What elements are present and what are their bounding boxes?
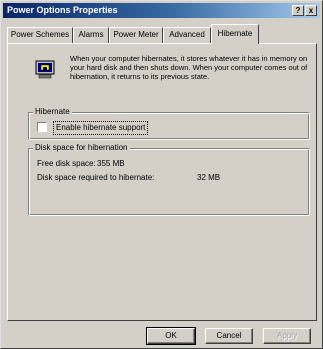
cancel-button[interactable]: Cancel [205,328,253,344]
hibernate-group-label: Hibernate [33,107,72,117]
required-disk-space-label: Disk space required to hibernate: [37,173,155,182]
help-button[interactable]: ? [292,5,304,16]
ok-button[interactable]: OK [146,327,196,345]
free-disk-space-label: Free disk space: [37,159,96,168]
window-title: Power Options Properties [7,5,118,15]
free-disk-space-value: 355 MB [97,159,125,168]
tab-advanced[interactable]: Advanced [163,27,211,43]
disk-space-group-label: Disk space for hibernation [33,143,130,153]
hibernate-description: When your computer hibernates, it stores… [70,54,308,81]
enable-hibernate-checkbox[interactable] [37,122,47,132]
enable-hibernate-label[interactable]: Enable hibernate support [53,121,149,135]
hibernate-tab-panel: When your computer hibernates, it stores… [7,43,317,321]
tab-strip: Power Schemes Alarms Power Meter Advance… [7,24,317,44]
tab-alarms[interactable]: Alarms [73,27,109,43]
disk-space-groupbox: Disk space for hibernation Free disk spa… [28,143,310,216]
hibernate-groupbox: Hibernate Enable hibernate support [28,107,310,140]
apply-button[interactable]: Apply [263,328,311,344]
tab-hibernate[interactable]: Hibernate [211,24,259,44]
title-bar[interactable]: Power Options Properties ? x [3,3,320,18]
power-options-dialog: Power Options Properties ? x Power Schem… [0,0,323,349]
hibernate-computer-icon [35,60,55,79]
tab-power-meter[interactable]: Power Meter [109,27,163,43]
tab-power-schemes[interactable]: Power Schemes [7,27,73,43]
close-button[interactable]: x [305,5,317,16]
required-disk-space-value: 32 MB [197,173,221,182]
